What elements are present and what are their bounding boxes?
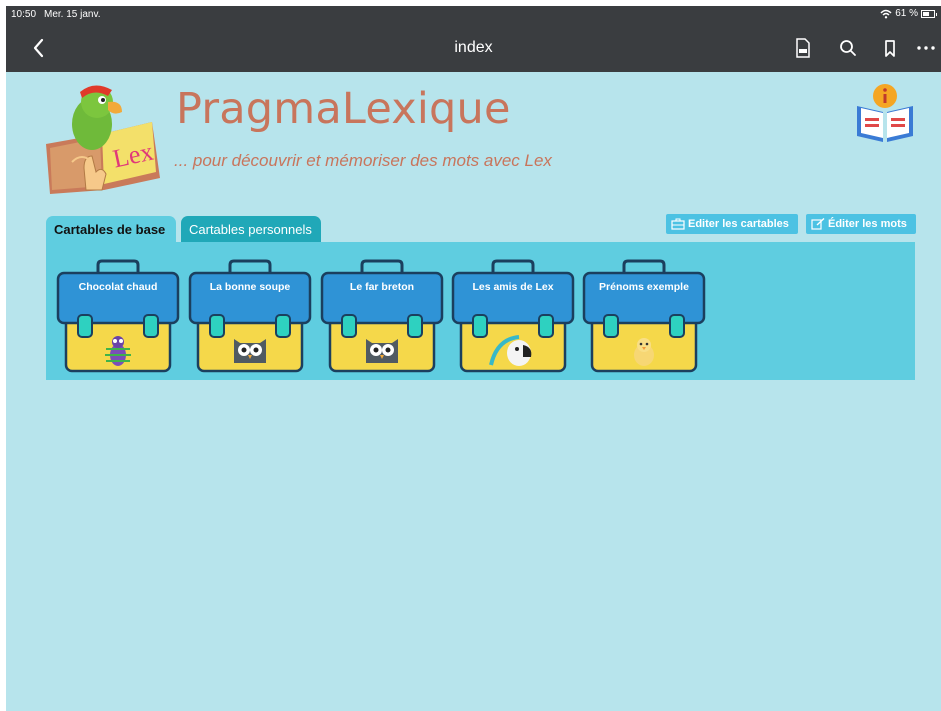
cartable-card[interactable]: La bonne soupe <box>188 259 312 374</box>
bookmark-icon <box>885 40 895 57</box>
app-title: PragmaLexique <box>176 84 511 134</box>
edit-words-label: Éditer les mots <box>828 218 907 230</box>
status-bar: 10:50 Mer. 15 janv. 61 % <box>6 6 941 24</box>
owl-icon <box>234 339 266 363</box>
battery-percent: 61 % <box>895 8 918 19</box>
search-icon <box>840 40 856 56</box>
lex-logo: Lex <box>46 85 160 194</box>
wifi-icon <box>880 9 892 18</box>
cartable-card[interactable]: Chocolat chaud <box>56 259 180 374</box>
bug-icon <box>105 336 131 366</box>
more-icon <box>917 46 935 50</box>
status-right: 61 % <box>880 8 937 19</box>
back-button[interactable] <box>28 36 50 60</box>
cartable-label: Les amis de Lex <box>472 281 554 293</box>
edit-cartables-label: Editer les cartables <box>688 218 789 230</box>
briefcase-icon <box>671 218 685 230</box>
cartable-label: Prénoms exemple <box>599 281 689 293</box>
status-time: 10:50 <box>11 9 37 20</box>
edit-words-button[interactable]: Éditer les mots <box>806 214 916 234</box>
app-screen: 10:50 Mer. 15 janv. 61 % index Lex Pragm… <box>6 6 941 711</box>
nav-bar: index <box>6 24 941 72</box>
chick-icon <box>634 338 654 366</box>
owl-icon <box>366 339 398 363</box>
cartable-label: Le far breton <box>349 281 415 293</box>
cartable-card[interactable]: Les amis de Lex <box>451 259 575 374</box>
pdf-button[interactable] <box>791 36 815 60</box>
tab-cartables-base[interactable]: Cartables de base <box>46 216 176 242</box>
cartable-card[interactable]: Prénoms exemple <box>582 259 706 374</box>
search-button[interactable] <box>836 36 860 60</box>
parrot-icon <box>489 335 532 366</box>
cartable-label: Chocolat chaud <box>78 281 158 293</box>
edit-icon <box>811 218 825 230</box>
cartable-card[interactable]: Le far breton <box>320 259 444 374</box>
tab-cartables-personnels[interactable]: Cartables personnels <box>181 216 321 242</box>
battery-icon <box>921 9 937 18</box>
cartable-label: La bonne soupe <box>209 281 291 293</box>
battery-fill <box>923 11 930 16</box>
pdf-icon <box>796 38 810 58</box>
info-book-icon[interactable] <box>853 82 917 144</box>
bookmark-button[interactable] <box>878 36 902 60</box>
edit-cartables-button[interactable]: Editer les cartables <box>666 214 798 234</box>
app-subtitle: ... pour découvrir et mémoriser des mots… <box>174 151 552 170</box>
status-date: Mer. 15 janv. <box>44 9 101 20</box>
more-button[interactable] <box>914 36 938 60</box>
chevron-left-icon <box>33 38 44 58</box>
